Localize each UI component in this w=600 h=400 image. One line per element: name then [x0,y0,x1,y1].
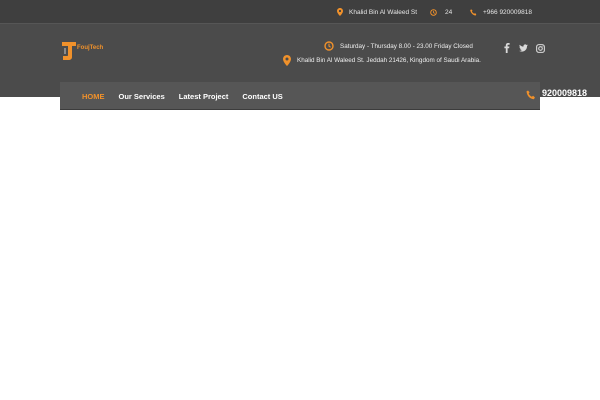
call-subtitle: KSA Free call [542,99,579,105]
nav-item-our-services[interactable]: Our Services [119,92,165,101]
nav-item-contact-us[interactable]: Contact US [242,92,282,101]
topbar-address-text: Khalid Bin Al Waleed St [349,8,418,16]
instagram-icon[interactable] [536,43,545,53]
call-number: 920009818 [542,88,588,98]
phone-icon [470,8,477,16]
twitter-icon[interactable] [519,43,528,53]
topbar-hours-text: 24 [445,8,453,16]
social-links [502,43,545,53]
top-bar: Khalid Bin Al Waleed St 24 +966 92000981… [0,0,600,24]
brand-logo[interactable]: FoujTech [61,41,111,63]
call-text: 920009818 KSA Free call [542,88,587,106]
logo-text: FoujTech [77,45,104,51]
logo-mark-icon [62,42,76,60]
nav-item-latest-project[interactable]: Latest Project [179,92,229,101]
topbar-phone[interactable]: +966 920009818 [470,6,532,18]
schedule-info: Saturday - Thursday 8.00 - 23.00 Friday … [324,41,473,51]
location-info: Khalid Bin Al Waleed St. Jeddah 21426, K… [283,55,481,66]
map-pin-icon [337,8,343,16]
topbar-hours: 24 [430,6,452,18]
main-navbar: HOME Our Services Latest Project Contact… [60,82,587,110]
nav-menu: HOME Our Services Latest Project Contact… [82,82,283,110]
topbar-phone-text: +966 920009818 [483,8,532,16]
schedule-text: Saturday - Thursday 8.00 - 23.00 Friday … [340,42,473,50]
topbar-address[interactable]: Khalid Bin Al Waleed St [337,6,417,18]
phone-icon [526,90,536,100]
map-pin-icon [283,55,291,66]
clock-icon [430,8,437,16]
call-block[interactable]: 920009818 KSA Free call [526,88,587,106]
clock-icon [324,41,334,51]
location-text: Khalid Bin Al Waleed St. Jeddah 21426, K… [297,57,481,64]
facebook-icon[interactable] [502,43,511,53]
nav-item-home[interactable]: HOME [82,92,105,101]
